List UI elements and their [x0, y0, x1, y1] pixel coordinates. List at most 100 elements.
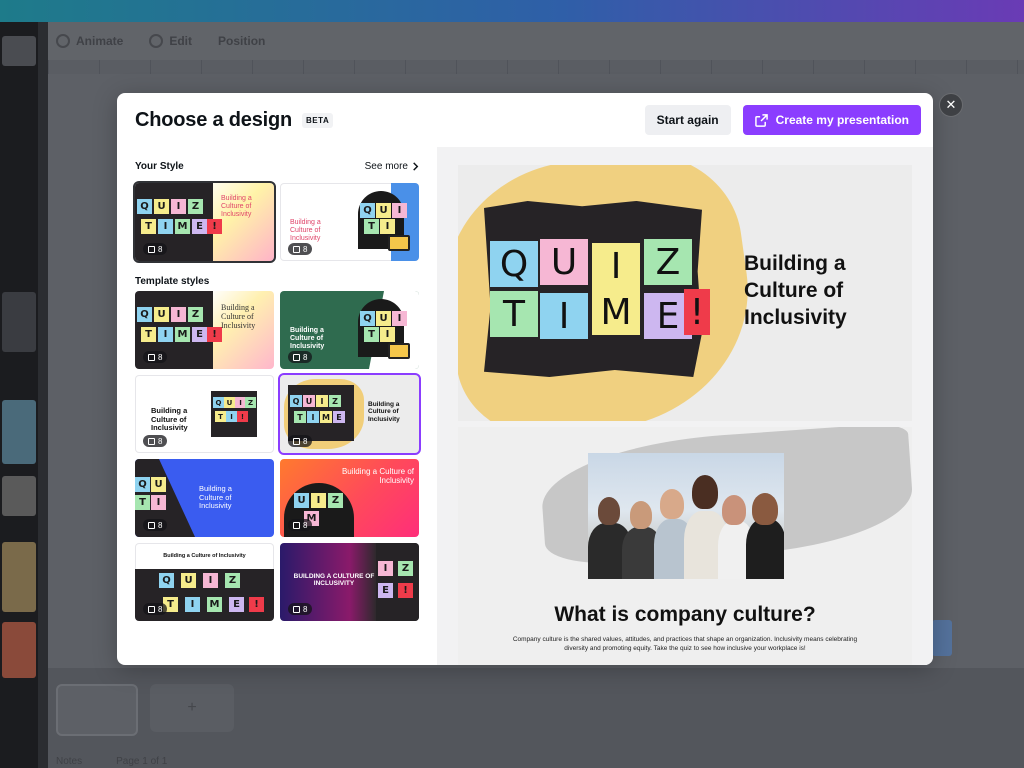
rail-item [2, 622, 36, 678]
page-count: 8 [158, 520, 163, 530]
page-count: 8 [303, 604, 308, 614]
person [660, 489, 684, 519]
quiz-note: M [320, 411, 332, 423]
person [722, 495, 746, 525]
quiz-note: I [592, 243, 640, 289]
quiz-note: E [192, 327, 207, 342]
quiz-note: T [141, 327, 156, 342]
pages-icon [148, 353, 155, 361]
book-icon [388, 343, 410, 359]
template-card[interactable]: Q U I Z T I ! Building a Culture of Incl… [135, 375, 274, 453]
rail-item [2, 476, 36, 516]
your-style-card[interactable]: Q U I Z T I M E ! Building a Culture of … [133, 181, 276, 263]
your-style-grid: Q U I Z T I M E ! Building a Culture of … [133, 181, 437, 263]
pages-icon [293, 605, 300, 613]
quiz-note: E [333, 411, 345, 423]
pages-icon [148, 245, 155, 253]
see-more-link[interactable]: See more [365, 161, 419, 172]
person [598, 497, 620, 525]
slide-title: What is company culture? [554, 603, 816, 626]
your-style-header: Your Style See more [135, 151, 419, 181]
template-card[interactable]: Q U T I Building a Culture of Inclusivit… [135, 459, 274, 537]
edit-icon [149, 34, 164, 48]
pages-icon [148, 521, 155, 529]
external-link-icon [754, 113, 768, 127]
your-style-card[interactable]: Q U I T I Building a Culture of Inclusiv… [280, 183, 419, 261]
quiz-note: Q [213, 397, 224, 408]
template-card[interactable]: U I Z M Building a Culture of Inclusivit… [280, 459, 419, 537]
quiz-note: T [294, 411, 306, 423]
quiz-note: Q [290, 395, 302, 407]
rail-item [2, 400, 36, 464]
quiz-note: U [151, 477, 166, 492]
quiz-note: Z [225, 573, 240, 588]
editor-toolbar: Animate Edit Position [48, 22, 1024, 60]
template-card[interactable]: I Z E ! BUILDING A CULTURE OF INCLUSIVIT… [280, 543, 419, 621]
quiz-note: I [171, 307, 186, 322]
page-count: 8 [158, 244, 163, 254]
create-presentation-button[interactable]: Create my presentation [742, 105, 921, 135]
template-card[interactable]: Q U I T I Building a Culture of Inclusiv… [280, 291, 419, 369]
quiz-note: E [192, 219, 207, 234]
slide-body-text: Company culture is the shared values, at… [512, 636, 858, 653]
position-tool: Position [218, 34, 265, 48]
person [746, 519, 784, 579]
quiz-note: ! [684, 289, 710, 335]
page-count-badge: 8 [143, 603, 168, 615]
pages-icon [293, 437, 300, 445]
quiz-note: U [303, 395, 315, 407]
start-again-button[interactable]: Start again [644, 105, 731, 135]
quiz-note: I [311, 493, 326, 508]
page-count: 8 [303, 244, 308, 254]
your-style-heading: Your Style [135, 160, 184, 172]
editor-left-rail [0, 22, 38, 768]
page-count: 8 [158, 436, 163, 446]
quiz-note: ! [207, 219, 222, 234]
beta-badge: BETA [302, 112, 334, 128]
pages-icon [293, 521, 300, 529]
quiz-note: U [181, 573, 196, 588]
quiz-note: Q [137, 199, 152, 214]
template-styles-grid: Q U I Z T I M E ! Building a Culture of … [135, 291, 437, 621]
quiz-note: ! [207, 327, 222, 342]
page-count-badge: 8 [288, 435, 313, 447]
quiz-note: U [376, 203, 391, 218]
template-card-selected[interactable]: Q U I Z T I M E Building a Culture of In… [278, 373, 421, 455]
person [752, 493, 778, 525]
create-presentation-label: Create my presentation [775, 113, 909, 127]
editor-ruler [48, 60, 1024, 74]
card-title: Building a Culture of Inclusivity [368, 401, 400, 423]
card-title: Building a Culture of Inclusivity [341, 467, 414, 486]
card-title: Building a Culture of Inclusivity [199, 484, 232, 511]
torn-paper-graphic [376, 543, 419, 621]
see-more-label: See more [364, 160, 408, 172]
page-count: 8 [303, 520, 308, 530]
template-card[interactable]: Building a Culture of Inclusivity Q U I … [135, 543, 274, 621]
close-icon[interactable]: ✕ [939, 93, 963, 117]
quiz-note: Q [490, 241, 538, 287]
card-title: Building a Culture of Inclusivity [290, 219, 321, 243]
quiz-note: Z [188, 307, 203, 322]
rail-item [2, 292, 36, 352]
quiz-note: E [378, 583, 393, 598]
team-photo [588, 453, 784, 579]
quiz-note: I [158, 219, 173, 234]
edit-label: Edit [169, 34, 193, 48]
page-count-badge: 8 [288, 519, 313, 531]
editor-top-bar [0, 0, 1024, 22]
edit-tool: Edit [149, 34, 192, 48]
editor-page-thumbnail [56, 684, 138, 736]
page-count-badge: 8 [143, 519, 168, 531]
quiz-note: I [171, 199, 186, 214]
quiz-note: I [380, 219, 395, 234]
person [630, 501, 652, 529]
notes-label: Notes [56, 756, 83, 767]
card-title: Building a Culture of Inclusivity [221, 303, 256, 331]
quiz-note: T [141, 219, 156, 234]
quiz-note: Z [398, 561, 413, 576]
pages-icon [148, 437, 155, 445]
template-card[interactable]: Q U I Z T I M E ! Building a Culture of … [135, 291, 274, 369]
page-count-badge: 8 [143, 351, 168, 363]
page-count: 8 [158, 352, 163, 362]
quiz-note: Q [137, 307, 152, 322]
